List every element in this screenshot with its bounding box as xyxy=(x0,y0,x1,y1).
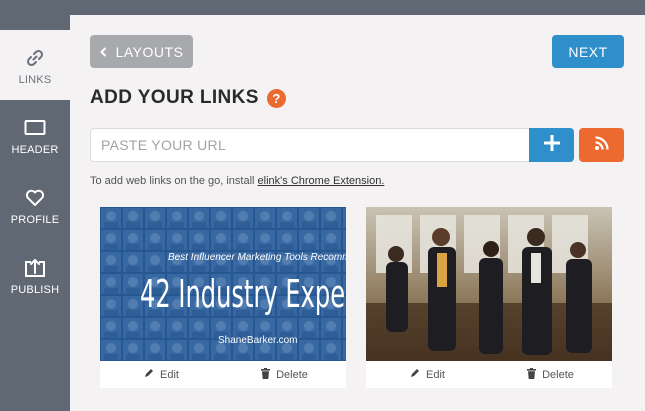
chrome-extension-hint: To add web links on the go, install elin… xyxy=(90,175,384,187)
top-bar xyxy=(0,0,645,15)
help-icon[interactable]: ? xyxy=(266,88,286,108)
edit-label: Edit xyxy=(426,368,445,381)
sidebar-item-label: LINKS xyxy=(18,74,52,86)
pencil-icon xyxy=(144,368,154,381)
trash-icon xyxy=(527,367,537,382)
link-icon xyxy=(25,48,45,68)
chevron-left-icon xyxy=(99,44,107,60)
link-card[interactable]: Edit Delete xyxy=(366,207,612,388)
heart-icon xyxy=(25,188,45,208)
sidebar-item-label: HEADER xyxy=(11,144,59,156)
sidebar-item-label: PROFILE xyxy=(10,214,60,226)
sidebar-item-header[interactable]: HEADER xyxy=(0,100,70,170)
header-icon xyxy=(24,118,46,138)
edit-label: Edit xyxy=(160,368,179,381)
card-actions: Edit Delete xyxy=(366,361,612,388)
delete-label: Delete xyxy=(276,368,308,381)
chrome-extension-link[interactable]: elink's Chrome Extension. xyxy=(258,175,385,187)
link-thumbnail xyxy=(366,207,612,361)
sidebar-item-profile[interactable]: PROFILE xyxy=(0,170,70,240)
sidebar: LINKS HEADER PROFILE PUBLISH xyxy=(0,15,70,411)
pencil-icon xyxy=(410,368,420,381)
next-button-label: NEXT xyxy=(568,43,608,60)
delete-button[interactable]: Delete xyxy=(489,367,612,382)
thumbnail-title: 42 Industry Exper xyxy=(140,272,346,316)
page-heading: ADD YOUR LINKS ? xyxy=(90,86,286,110)
sidebar-item-publish[interactable]: PUBLISH xyxy=(0,240,70,310)
sidebar-item-label: PUBLISH xyxy=(10,284,60,296)
page-title: ADD YOUR LINKS xyxy=(90,87,259,108)
sidebar-item-links[interactable]: LINKS xyxy=(0,30,70,100)
edit-button[interactable]: Edit xyxy=(366,368,489,381)
link-card[interactable]: Best Influencer Marketing Tools Recommen… xyxy=(100,207,346,388)
thumbnail-footer: ShaneBarker.com xyxy=(218,335,298,346)
link-thumbnail: Best Influencer Marketing Tools Recommen… xyxy=(100,207,346,361)
delete-label: Delete xyxy=(542,368,574,381)
plus-icon xyxy=(543,134,561,157)
delete-button[interactable]: Delete xyxy=(223,367,346,382)
publish-icon xyxy=(24,258,46,278)
trash-icon xyxy=(261,367,271,382)
rss-feed-button[interactable] xyxy=(579,128,624,162)
layouts-button[interactable]: LAYOUTS xyxy=(90,35,193,68)
next-button[interactable]: NEXT xyxy=(552,35,624,68)
add-link-button[interactable] xyxy=(529,128,574,162)
hint-text: To add web links on the go, install xyxy=(90,175,258,187)
url-input[interactable] xyxy=(90,128,529,162)
edit-button[interactable]: Edit xyxy=(100,368,223,381)
thumbnail-heading: Best Influencer Marketing Tools Recommen… xyxy=(168,252,346,263)
layouts-button-label: LAYOUTS xyxy=(115,43,184,60)
rss-icon xyxy=(594,135,610,156)
card-actions: Edit Delete xyxy=(100,361,346,388)
